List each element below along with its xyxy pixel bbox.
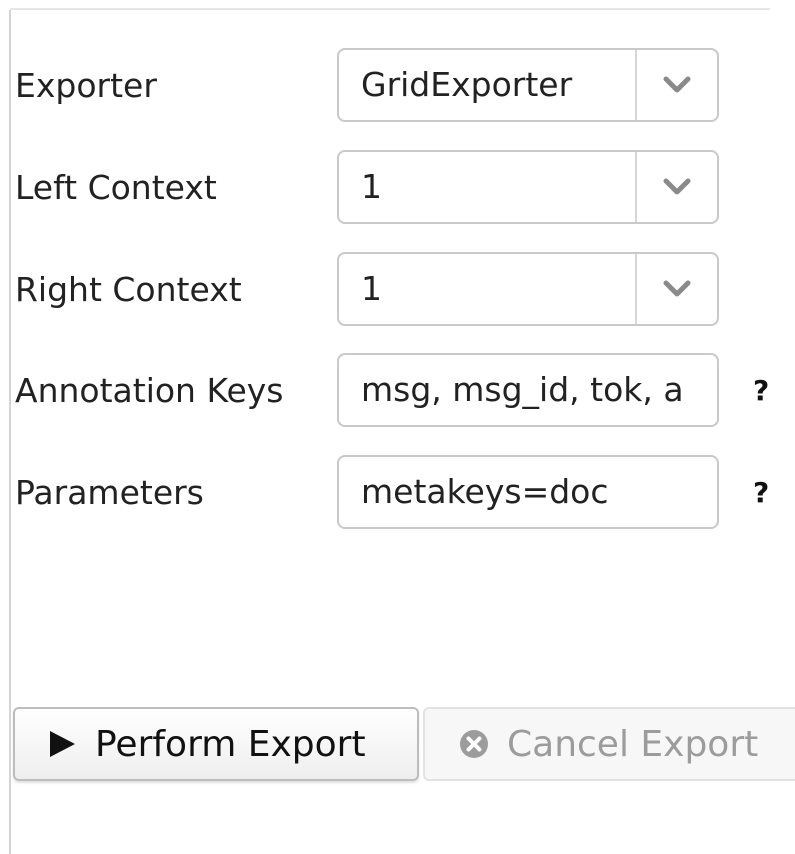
right-context-dropdown-toggle[interactable] [635,254,717,324]
perform-export-label: Perform Export [95,723,366,765]
parameters-help-icon[interactable]: ? [753,455,769,531]
right-context-select[interactable]: 1 [337,252,719,326]
left-context-value: 1 [361,167,382,206]
top-divider [10,8,770,10]
left-context-label: Left Context [15,168,217,207]
left-context-select[interactable]: 1 [337,150,719,224]
export-panel: Exporter GridExporter Left Context 1 Rig… [0,0,795,854]
parameters-label: Parameters [15,473,204,512]
parameters-value: metakeys=doc [361,472,609,511]
annotation-keys-label: Annotation Keys [15,371,284,410]
right-context-label: Right Context [15,270,242,309]
exporter-dropdown-toggle[interactable] [635,50,717,120]
cancel-circle-icon [459,729,489,759]
play-icon [47,729,77,759]
annotation-keys-input[interactable]: msg, msg_id, tok, a [337,353,719,427]
right-context-value: 1 [361,269,382,308]
cancel-export-label: Cancel Export [507,723,759,765]
perform-export-button[interactable]: Perform Export [13,707,419,781]
exporter-value: GridExporter [361,65,573,104]
annotation-keys-help-icon[interactable]: ? [753,353,769,429]
left-border [9,10,11,854]
exporter-select[interactable]: GridExporter [337,48,719,122]
right-context-row: Right Context 1 [15,252,795,328]
annotation-keys-value: msg, msg_id, tok, a [361,370,684,409]
chevron-down-icon [663,178,691,195]
exporter-label: Exporter [15,66,157,105]
chevron-down-icon [663,280,691,297]
parameters-input[interactable]: metakeys=doc [337,455,719,529]
chevron-down-icon [663,76,691,93]
parameters-row: Parameters metakeys=doc ? [15,455,795,531]
left-context-row: Left Context 1 [15,150,795,226]
left-context-dropdown-toggle[interactable] [635,152,717,222]
cancel-export-button[interactable]: Cancel Export [423,707,795,781]
exporter-row: Exporter GridExporter [15,48,795,124]
annotation-keys-row: Annotation Keys msg, msg_id, tok, a ? [15,353,795,429]
